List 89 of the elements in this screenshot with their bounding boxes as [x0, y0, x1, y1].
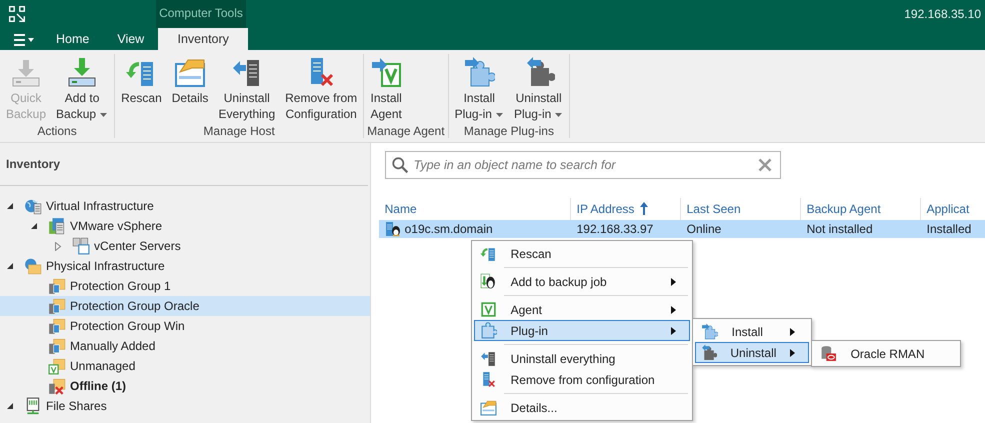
file-share-icon: [24, 397, 42, 415]
penguin-arrow-icon: [480, 273, 498, 290]
ribbon-tab[interactable]: Inventory: [158, 28, 248, 50]
hand-window-icon: [480, 399, 498, 416]
ribbon-button[interactable]: Add to Backup: [53, 56, 112, 122]
table-cell-text: 192.168.33.97: [576, 221, 654, 238]
tree-item-label: Protection Group 1: [70, 278, 171, 295]
server-arrow-icon: [480, 350, 498, 367]
tree-item[interactable]: Protection Group 1: [0, 276, 370, 296]
database-icon: [820, 345, 838, 362]
tree-item[interactable]: File Shares: [0, 396, 370, 416]
tree-item-label: Physical Infrastructure: [46, 258, 165, 275]
tree-item-label: vCenter Servers: [94, 238, 181, 255]
tree-item[interactable]: Offline (1): [0, 376, 370, 396]
table-cell-text: o19c.sm.domain: [404, 221, 493, 238]
tree-item-label: Protection Group Win: [70, 318, 185, 335]
puzzle-arrow-icon: [700, 344, 718, 361]
group-label: Manage Plug-ins: [462, 124, 555, 138]
collapse-icon[interactable]: [30, 222, 38, 230]
context-tab-group-label: Computer Tools: [156, 0, 246, 28]
tree-item[interactable]: Manually Added: [0, 336, 370, 356]
tree-item[interactable]: Unmanaged: [0, 356, 370, 376]
table-cell-text: Online: [686, 221, 722, 238]
puzzle-icon: [480, 322, 498, 339]
ribbon-button[interactable]: Install Plug-in: [452, 56, 507, 122]
tree-item[interactable]: vCenter Servers: [0, 236, 370, 256]
panel-title: Inventory: [0, 143, 368, 186]
collapse-icon[interactable]: [6, 402, 14, 410]
penguin-server-icon: [384, 221, 401, 237]
ribbon-button[interactable]: Remove from Configuration: [282, 56, 360, 122]
menu-icon: [14, 34, 34, 46]
tree-item-label: File Shares: [46, 398, 107, 415]
globe-server-icon: [24, 197, 42, 215]
tree-item-label: Manually Added: [70, 338, 156, 355]
app-logo-icon: [8, 5, 26, 23]
puzzle-arrow-icon: [701, 323, 718, 340]
server-folder-icon: [48, 277, 66, 295]
server-refresh-icon: [480, 245, 498, 262]
tree-item-label: Unmanaged: [70, 358, 136, 375]
menu-item[interactable]: Details...: [474, 397, 690, 418]
server-folder-icon: [48, 337, 66, 355]
puzzle-arrow-icon: [463, 56, 496, 88]
tree-item-label: VMware vSphere: [70, 218, 162, 235]
ribbon-button[interactable]: Install Agent: [367, 56, 406, 122]
search-field[interactable]: Type in an object name to search for: [384, 151, 781, 179]
server-window-icon: [72, 237, 90, 255]
tree-item[interactable]: Protection Group Win: [0, 316, 370, 336]
download-drive-icon: [66, 56, 98, 88]
server-folder-icon: [48, 317, 66, 335]
ribbon-button[interactable]: Details: [168, 56, 212, 106]
ribbon-button[interactable]: Uninstall Everything: [215, 56, 278, 122]
clear-icon[interactable]: [756, 157, 773, 173]
menu-item[interactable]: Agent: [474, 299, 690, 320]
offline-folder-icon: [48, 377, 66, 395]
ribbon-button[interactable]: Uninstall Plug-in: [510, 56, 566, 122]
ribbon-button[interactable]: Rescan: [118, 56, 165, 106]
menu-item[interactable]: Uninstall everything: [474, 348, 690, 369]
agent-folder-icon: [48, 357, 66, 375]
vsphere-server-icon: [48, 217, 66, 235]
tree-item-label: Offline (1): [70, 378, 126, 395]
agent-icon: [480, 301, 498, 318]
collapse-icon[interactable]: [6, 202, 14, 210]
ribbon-tab[interactable]: View: [103, 28, 158, 50]
tree-item[interactable]: Protection Group Oracle: [0, 296, 370, 316]
tree-item-label: Virtual Infrastructure: [46, 198, 154, 215]
table-cell-text: Installed: [926, 221, 972, 238]
search-icon: [390, 156, 409, 174]
server-folder-icon: [48, 297, 66, 315]
server-delete-icon: [480, 371, 498, 388]
table-cell-text: Not installed: [806, 221, 873, 238]
menu-item[interactable]: Oracle RMAN: [814, 343, 958, 364]
expand-icon[interactable]: [54, 242, 62, 250]
menu-item[interactable]: Remove from configuration: [474, 369, 690, 390]
agent-arrow-icon: [370, 56, 402, 88]
menu-item[interactable]: Add to backup job: [474, 271, 690, 292]
group-label: Manage Agent: [367, 124, 445, 138]
group-label: Manage Host: [202, 124, 276, 138]
tree-item[interactable]: Virtual Infrastructure: [0, 196, 370, 216]
tree-item-label: Protection Group Oracle: [70, 298, 200, 315]
server-address: 192.168.35.10: [904, 6, 982, 23]
collapse-icon[interactable]: [6, 262, 14, 270]
table-row[interactable]: o19c.sm.domain 192.168.33.97 Online Not installed Installed: [378, 220, 985, 238]
tree-item[interactable]: Physical Infrastructure: [0, 256, 370, 276]
globe-folder-icon: [24, 257, 42, 275]
group-label: Actions: [36, 124, 78, 138]
menu-item[interactable]: Install: [694, 321, 809, 342]
tree-item[interactable]: VMware vSphere: [0, 216, 370, 236]
ribbon-tab[interactable]: Home: [42, 28, 104, 50]
menu-item[interactable]: Rescan: [474, 243, 690, 264]
